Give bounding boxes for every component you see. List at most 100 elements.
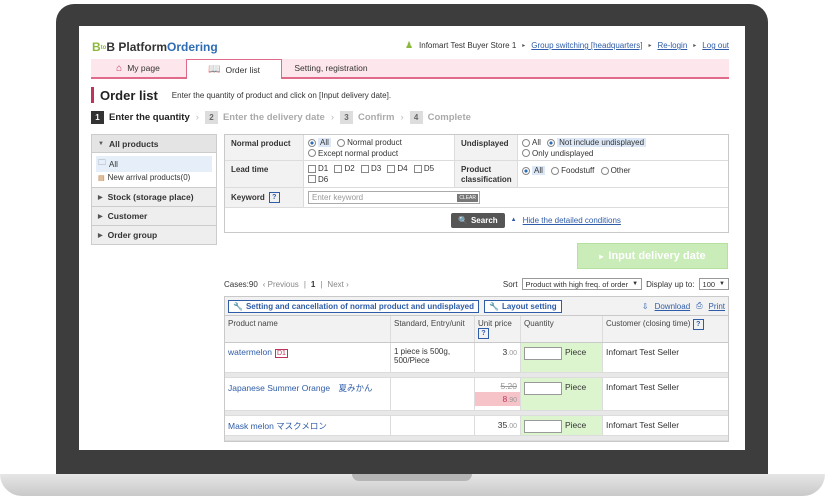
- checkbox-label: D4: [397, 164, 408, 173]
- current-page[interactable]: 1: [311, 280, 315, 289]
- customer-cell: Infomart Test Seller: [606, 382, 680, 392]
- lead-time-label: Lead time: [225, 161, 304, 187]
- table-row: watermelon D1 1 piece is 500g, 500/Piece …: [225, 343, 728, 373]
- price-cell: 3.00: [475, 343, 521, 372]
- sort-controls: Sort Product with high freq. of order ▼ D…: [503, 278, 729, 290]
- keyword-placeholder: Enter keyword: [312, 193, 364, 202]
- filter-row-2: Lead time D1 D2 D3 D4 D5 D6 Product clas…: [225, 161, 728, 188]
- search-button-label: Search: [470, 215, 498, 225]
- tab-order-list[interactable]: 📖 Order list: [186, 59, 282, 79]
- radio-normal-product[interactable]: Normal product: [337, 138, 402, 147]
- checkbox-d6[interactable]: D6: [308, 175, 328, 184]
- sidebar-section-label: Order group: [107, 230, 158, 240]
- arrow-icon: ▸: [599, 251, 604, 261]
- print-link[interactable]: Print: [709, 302, 725, 311]
- radio-dot: [308, 149, 316, 157]
- download-link[interactable]: Download: [655, 302, 691, 311]
- step-label: Complete: [427, 112, 471, 123]
- table-tools-right: ⇩ Download ⎙ Print: [642, 301, 725, 311]
- radio-except-normal[interactable]: Except normal product: [308, 149, 398, 158]
- price-integer: 35: [497, 420, 508, 430]
- sort-select[interactable]: Product with high freq. of order ▼: [521, 278, 643, 290]
- next-page-link[interactable]: Next ›: [327, 280, 348, 289]
- relogin-link[interactable]: Re-login: [657, 41, 687, 50]
- radio-label: All: [318, 138, 331, 147]
- user-links: ♟ Infomart Test Buyer Store 1 ▸ Group sw…: [405, 40, 729, 51]
- classification-options: All Foodstuff Other: [518, 161, 728, 187]
- checkbox-d2[interactable]: D2: [334, 164, 355, 173]
- product-cell: Mask melon マスクメロン: [225, 416, 391, 435]
- checkbox: [387, 164, 396, 173]
- input-delivery-date-button[interactable]: ▸ Input delivery date: [577, 243, 728, 269]
- checkbox-label: D1: [318, 164, 329, 173]
- lead-time-badge: D1: [274, 349, 288, 358]
- sidebar-section-stock[interactable]: ▶ Stock (storage place): [91, 188, 217, 207]
- help-icon[interactable]: ?: [478, 328, 489, 339]
- display-up-to-label: Display up to:: [646, 279, 695, 289]
- radio-label: Normal product: [347, 138, 402, 147]
- previous-page-link[interactable]: ‹ Previous: [263, 280, 299, 289]
- checkbox-d4[interactable]: D4: [387, 164, 408, 173]
- sidebar-tree: 🗀 All ▤ New arrival products(0): [91, 153, 217, 188]
- sidebar-section-customer[interactable]: ▶ Customer: [91, 207, 217, 226]
- sidebar-item-all[interactable]: 🗀 All: [96, 156, 212, 172]
- radio-not-include-undisplayed[interactable]: Not include undisplayed: [547, 138, 647, 147]
- triangle-up-icon: ▲: [510, 217, 517, 223]
- quantity-input[interactable]: [524, 347, 562, 360]
- sidebar-item-new-arrival[interactable]: ▤ New arrival products(0): [96, 172, 212, 183]
- tab-settings[interactable]: Setting, registration: [283, 59, 379, 77]
- checkbox: [360, 164, 369, 173]
- clear-button[interactable]: CLEAR: [457, 193, 478, 202]
- arrow-icon: ▸: [693, 43, 697, 49]
- folder-icon: 🗀: [98, 158, 106, 167]
- radio-label: Foodstuff: [561, 166, 595, 175]
- radio-class-all[interactable]: All: [522, 166, 545, 175]
- undisplayed-options: All Not include undisplayed Only undispl…: [518, 135, 728, 160]
- radio-undisplayed-all[interactable]: All: [522, 138, 541, 147]
- print-icon: ⎙: [696, 301, 703, 310]
- customer-cell: Infomart Test Seller: [606, 420, 680, 430]
- keyword-input[interactable]: Enter keyword CLEAR: [308, 191, 480, 204]
- radio-dot: [337, 138, 346, 147]
- brand-logo[interactable]: BtoB PlatformOrdering: [92, 40, 218, 54]
- radio-label: All: [532, 166, 545, 175]
- sidebar-all-products[interactable]: ▼ All products: [91, 134, 217, 153]
- sidebar-section-order-group[interactable]: ▶ Order group: [91, 226, 217, 245]
- logout-link[interactable]: Log out: [702, 41, 729, 50]
- product-name-link[interactable]: Japanese Summer Orange 夏みかん: [228, 383, 373, 393]
- display-count-select[interactable]: 100 ▼: [698, 278, 729, 290]
- search-button[interactable]: 🔍 Search: [451, 212, 505, 228]
- product-name-link[interactable]: watermelon: [228, 347, 272, 357]
- radio-dot: [522, 166, 530, 175]
- search-icon: 🔍: [458, 215, 468, 225]
- checkbox-d5[interactable]: D5: [413, 164, 435, 173]
- product-name-link[interactable]: Mask melon マスクメロン: [228, 421, 327, 431]
- radio-only-undisplayed[interactable]: Only undisplayed: [522, 149, 593, 158]
- step-2: 2 Enter the delivery date: [204, 111, 325, 124]
- logo-ordering: Ordering: [167, 40, 218, 54]
- pagination: Cases:90 ‹ Previous | 1 | Next ›: [224, 280, 349, 289]
- tab-my-page[interactable]: ⌂ My page: [91, 59, 185, 77]
- radio-class-foodstuff[interactable]: Foodstuff: [551, 166, 594, 175]
- help-icon[interactable]: ?: [268, 192, 280, 203]
- category-sidebar: ▼ All products 🗀 All ▤ New arrival produ…: [91, 134, 217, 245]
- step-indicator: 1 Enter the quantity › 2 Enter the deliver…: [91, 111, 471, 124]
- radio-dot: [547, 138, 556, 147]
- quantity-input[interactable]: [524, 420, 562, 433]
- checkbox-label: D5: [423, 164, 435, 173]
- radio-normal-all[interactable]: All: [308, 138, 331, 147]
- help-icon[interactable]: ?: [692, 319, 704, 330]
- setting-cancel-button[interactable]: 🔧 Setting and cancellation of normal pro…: [228, 299, 479, 313]
- radio-class-other[interactable]: Other: [600, 166, 631, 175]
- hide-conditions-link[interactable]: Hide the detailed conditions: [523, 216, 621, 225]
- radio-dot: [522, 149, 530, 157]
- normal-product-options: All Normal product Except normal product: [304, 135, 454, 160]
- quantity-input[interactable]: [524, 382, 562, 395]
- triangle-right-icon: ▶: [98, 232, 103, 239]
- store-name: Infomart Test Buyer Store 1: [419, 41, 517, 50]
- checkbox: [334, 164, 343, 173]
- layout-setting-button[interactable]: 🔧 Layout setting: [484, 299, 562, 313]
- group-switching-link[interactable]: Group switching [headquarters]: [531, 41, 642, 50]
- checkbox-d3[interactable]: D3: [360, 164, 381, 173]
- checkbox-d1[interactable]: D1: [308, 164, 328, 173]
